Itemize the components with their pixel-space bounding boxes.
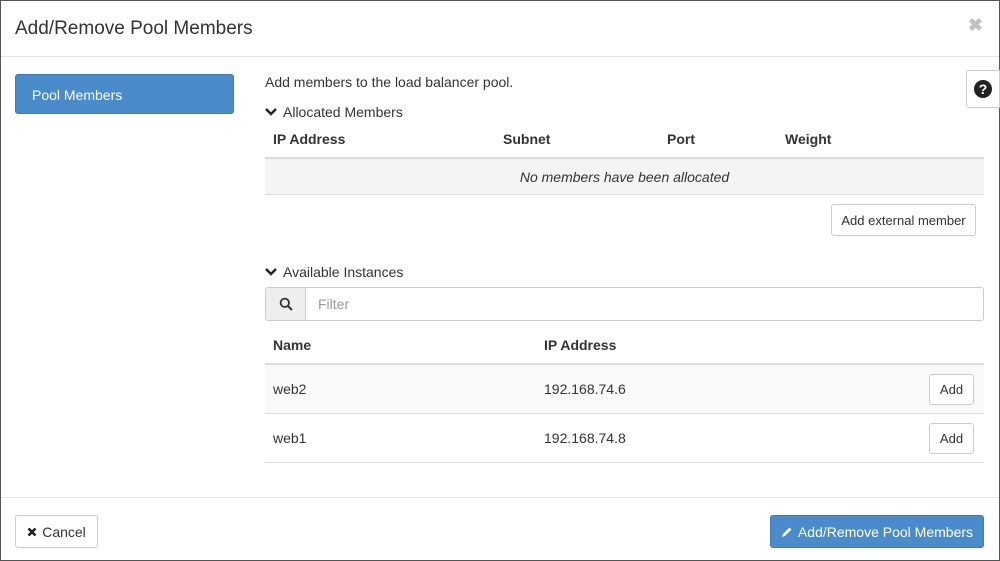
modal-title: Add/Remove Pool Members	[15, 18, 253, 39]
filter-input-group	[265, 287, 984, 321]
column-header-ip: IP Address	[273, 131, 346, 147]
intro-text: Add members to the load balancer pool.	[265, 74, 514, 90]
table-header-row: IP Address Subnet Port Weight	[265, 121, 984, 159]
allocated-members-heading: Allocated Members	[283, 104, 403, 120]
instance-ip: 192.168.74.6	[544, 381, 626, 397]
column-header-name: Name	[273, 337, 312, 353]
instance-name: web1	[273, 430, 307, 446]
add-instance-button[interactable]: Add	[929, 374, 974, 405]
submit-label: Add/Remove Pool Members	[797, 523, 974, 540]
sidebar-item-pool-members[interactable]: Pool Members	[15, 74, 234, 114]
modal-dialog: Add/Remove Pool Members ✖ Pool Members ?…	[0, 0, 1000, 561]
question-circle-icon: ?	[974, 80, 992, 98]
cancel-button[interactable]: Cancel	[15, 515, 98, 548]
add-remove-pool-members-button[interactable]: Add/Remove Pool Members	[770, 515, 984, 548]
table-header-row: Name IP Address	[265, 327, 984, 365]
column-header-weight: Weight	[785, 131, 832, 147]
close-icon	[27, 527, 37, 536]
close-icon[interactable]: ✖	[968, 15, 983, 36]
column-header-port: Port	[667, 131, 695, 147]
sidebar-item-label: Pool Members	[32, 87, 123, 103]
column-header-subnet: Subnet	[503, 131, 551, 147]
help-button[interactable]: ?	[966, 70, 1000, 108]
add-external-member-button[interactable]: Add external member	[831, 204, 976, 236]
cancel-label: Cancel	[42, 523, 86, 540]
empty-members-message: No members have been allocated	[265, 159, 984, 195]
filter-input[interactable]	[306, 288, 983, 320]
modal-footer: Cancel Add/Remove Pool Members	[1, 497, 999, 561]
table-row: web1 192.168.74.8 Add	[265, 414, 984, 463]
instance-name: web2	[273, 381, 307, 397]
modal-header: Add/Remove Pool Members ✖	[1, 1, 999, 57]
column-header-ip: IP Address	[544, 337, 617, 353]
table-row: web2 192.168.74.6 Add	[265, 365, 984, 414]
available-instances-table: Name IP Address web2 192.168.74.6 Add we…	[265, 327, 984, 463]
search-icon	[266, 288, 306, 320]
chevron-down-icon	[265, 108, 277, 116]
allocated-members-toggle[interactable]: Allocated Members	[265, 104, 403, 120]
pencil-icon	[781, 527, 792, 537]
allocated-members-table: IP Address Subnet Port Weight No members…	[265, 121, 984, 195]
instance-ip: 192.168.74.8	[544, 430, 626, 446]
available-instances-toggle[interactable]: Available Instances	[265, 264, 403, 280]
chevron-down-icon	[265, 268, 277, 276]
add-instance-button[interactable]: Add	[929, 423, 974, 454]
available-instances-heading: Available Instances	[283, 264, 404, 280]
